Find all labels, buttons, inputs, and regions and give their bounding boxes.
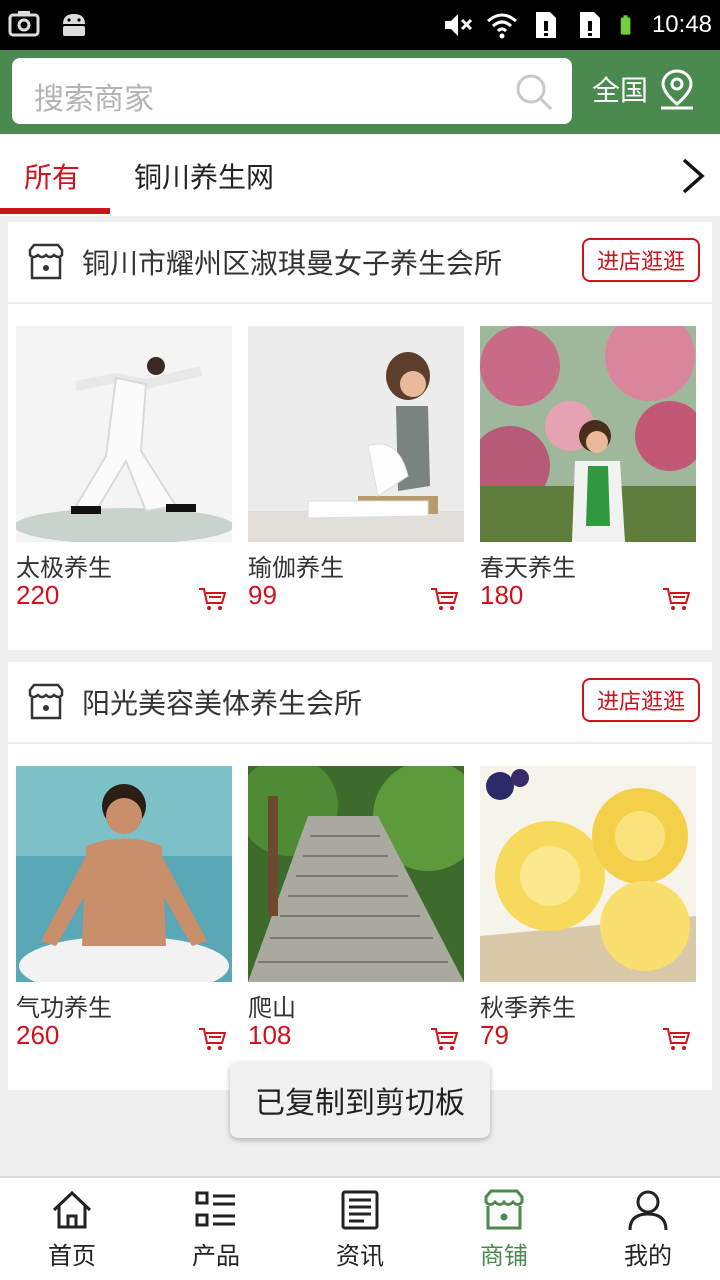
toast-message: 已复制到剪切板 <box>230 1062 490 1138</box>
home-icon <box>52 1190 92 1229</box>
product-price: 220 <box>16 580 60 610</box>
news-icon <box>341 1190 379 1230</box>
store-card: 阳光美容美体养生会所 进店逛逛 气功养生 260 爬山 108 秋季养生 79 <box>8 662 712 1090</box>
product-price: 108 <box>248 1020 292 1050</box>
nav-label: 资讯 <box>336 1242 384 1270</box>
cart-icon[interactable] <box>662 586 690 612</box>
nav-label: 产品 <box>192 1242 240 1270</box>
store-header[interactable]: 阳光美容美体养生会所 进店逛逛 <box>8 662 712 744</box>
region-selector[interactable]: 全国 <box>592 68 696 110</box>
product-item[interactable]: 太极养生 220 <box>16 326 232 610</box>
android-icon <box>63 14 85 36</box>
product-price: 260 <box>16 1020 60 1050</box>
store-name: 铜川市耀州区淑琪曼女子养生会所 <box>82 247 503 280</box>
wifi-icon <box>486 13 517 39</box>
cart-icon[interactable] <box>430 1026 458 1052</box>
status-bar: 10:48 <box>0 0 720 50</box>
chevron-right-icon[interactable] <box>676 156 708 196</box>
product-name: 秋季养生 <box>480 994 576 1022</box>
bottom-nav: 首页 产品 资讯 商铺 我的 <box>0 1176 720 1280</box>
store-icon <box>28 243 64 280</box>
product-price: 180 <box>480 580 524 610</box>
tab-tongchuan[interactable]: 铜川养生网 <box>134 156 274 196</box>
active-tab-indicator <box>0 208 110 214</box>
store-card: 铜川市耀州区淑琪曼女子养生会所 进店逛逛 太极养生 220 瑜伽养生 99 春天… <box>8 222 712 650</box>
product-item[interactable]: 秋季养生 79 <box>480 766 696 1050</box>
product-name: 气功养生 <box>16 994 112 1022</box>
nav-home[interactable]: 首页 <box>0 1188 144 1278</box>
sim1-icon <box>535 12 556 38</box>
region-label: 全国 <box>592 74 649 107</box>
clock: 10:48 <box>651 11 712 38</box>
nav-shops[interactable]: 商铺 <box>432 1188 576 1278</box>
product-name: 爬山 <box>248 994 296 1022</box>
nav-profile[interactable]: 我的 <box>576 1188 720 1278</box>
header: 搜索商家 全国 <box>0 50 720 134</box>
user-icon <box>628 1190 668 1231</box>
sim2-icon <box>579 12 600 38</box>
store-header[interactable]: 铜川市耀州区淑琪曼女子养生会所 进店逛逛 <box>8 222 712 304</box>
product-item[interactable]: 瑜伽养生 99 <box>248 326 464 610</box>
search-icon[interactable] <box>514 72 554 112</box>
cart-icon[interactable] <box>198 1026 226 1052</box>
product-image-qigong[interactable] <box>16 766 232 982</box>
cart-icon[interactable] <box>430 586 458 612</box>
search-placeholder: 搜索商家 <box>34 82 154 117</box>
product-image-hiking[interactable] <box>248 766 464 982</box>
search-box[interactable]: 搜索商家 <box>12 58 572 124</box>
battery-icon <box>620 15 631 35</box>
nav-products[interactable]: 产品 <box>144 1188 288 1278</box>
tab-all[interactable]: 所有 <box>24 156 80 196</box>
cart-icon[interactable] <box>662 1026 690 1052</box>
product-item[interactable]: 爬山 108 <box>248 766 464 1050</box>
nav-label: 商铺 <box>480 1242 528 1270</box>
product-price: 99 <box>248 580 277 610</box>
mute-icon <box>444 14 472 36</box>
list-icon <box>195 1191 235 1227</box>
product-price: 79 <box>480 1020 509 1050</box>
product-image-tremella[interactable] <box>480 766 696 982</box>
category-tabs: 所有 铜川养生网 <box>0 134 720 216</box>
product-image-taichi[interactable] <box>16 326 232 542</box>
product-item[interactable]: 气功养生 260 <box>16 766 232 1050</box>
cart-icon[interactable] <box>198 586 226 612</box>
store-icon <box>28 683 64 720</box>
nav-news[interactable]: 资讯 <box>288 1188 432 1278</box>
product-item[interactable]: 春天养生 180 <box>480 326 696 610</box>
nav-label: 我的 <box>624 1242 672 1270</box>
location-pin-icon <box>661 69 694 110</box>
store-name: 阳光美容美体养生会所 <box>82 687 363 720</box>
visit-store-button[interactable]: 进店逛逛 <box>582 678 700 722</box>
product-name: 春天养生 <box>480 554 576 582</box>
product-name: 瑜伽养生 <box>248 554 344 582</box>
product-name: 太极养生 <box>16 554 112 582</box>
product-image-spring[interactable] <box>480 326 696 542</box>
shop-icon <box>484 1189 524 1230</box>
screenshot-icon <box>8 11 40 37</box>
nav-label: 首页 <box>48 1242 96 1270</box>
visit-store-button[interactable]: 进店逛逛 <box>582 238 700 282</box>
product-image-yoga[interactable] <box>248 326 464 542</box>
